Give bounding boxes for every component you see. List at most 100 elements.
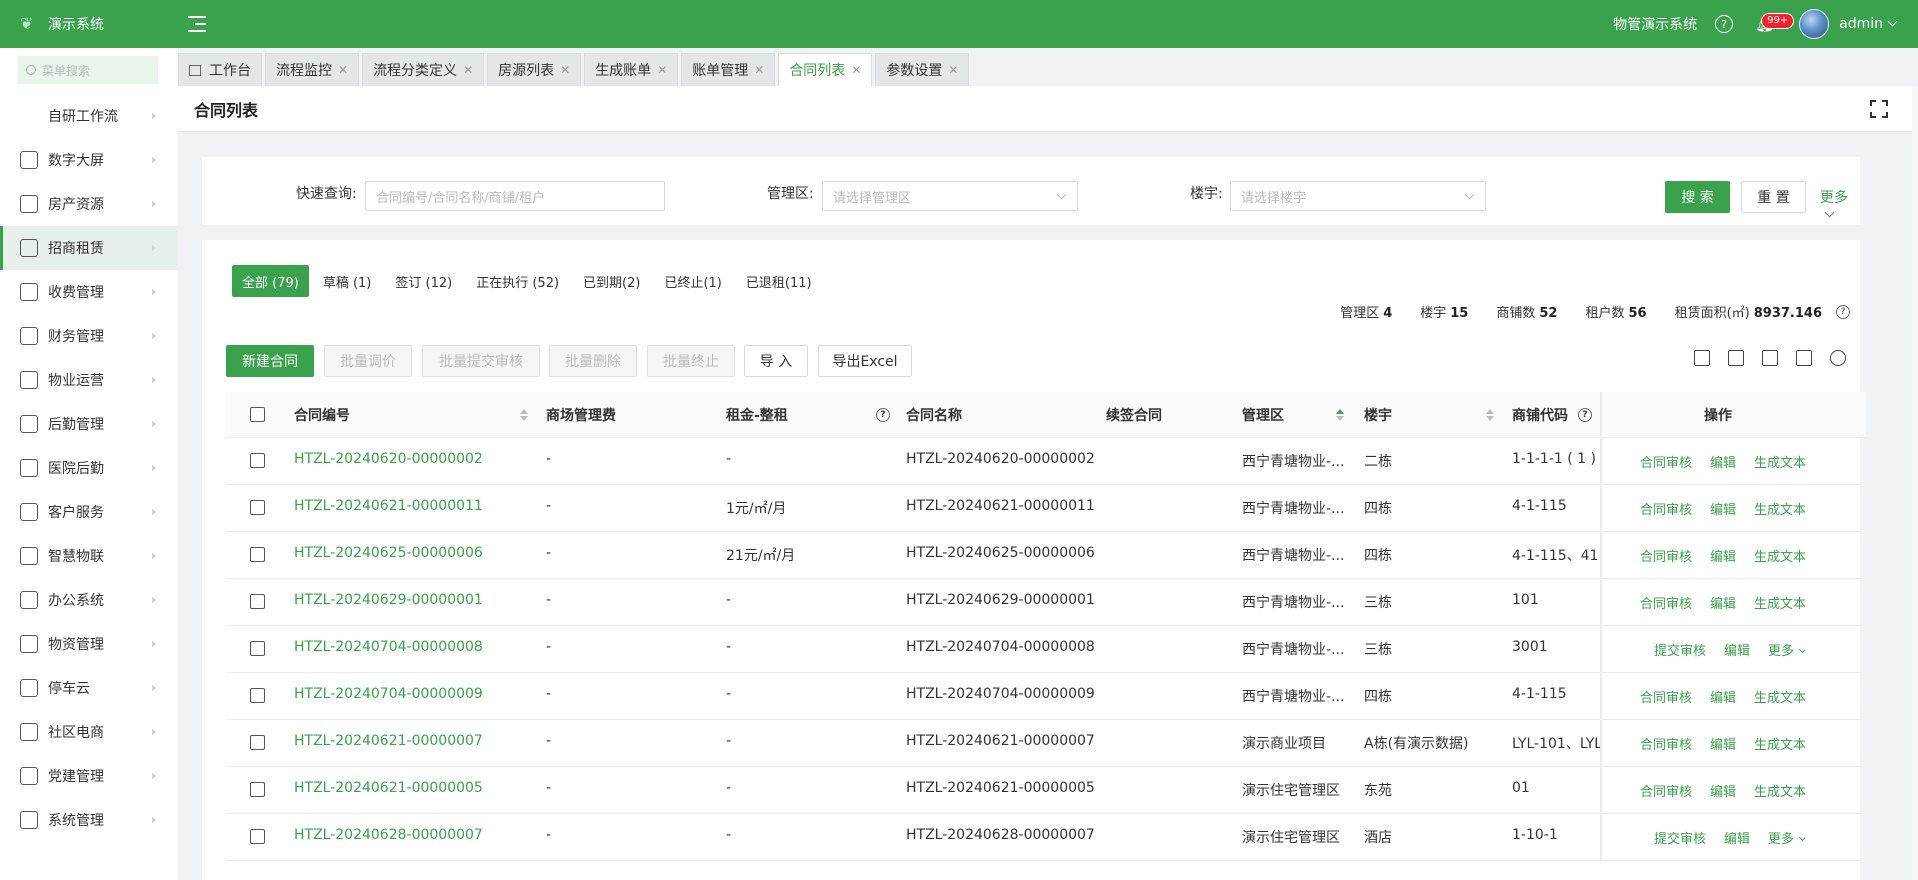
table-row[interactable]: HTZL-20240625-00000006 - 21元/㎡/月 HTZL-20240… [226,532,1866,579]
row-action-link[interactable]: 编辑 [1710,691,1736,706]
contract-no-link[interactable]: HTZL-20240704-00000008 [294,639,483,655]
area-select[interactable]: 请选择管理区 [822,181,1078,211]
table-row[interactable]: HTZL-20240628-00000007 - - HTZL-20240628-00… [226,814,1866,861]
row-checkbox[interactable] [250,453,265,468]
row-checkbox[interactable] [250,782,265,797]
table-row[interactable]: HTZL-20240620-00000002 - - HTZL-20240620-00… [226,438,1866,485]
row-checkbox[interactable] [250,594,265,609]
row-action-link[interactable]: 提交审核 [1654,832,1706,847]
close-icon[interactable]: ✕ [463,63,473,77]
quick-query-input[interactable]: 合同编号/合同名称/商铺/租户 [365,181,665,211]
sidebar-item[interactable]: 客户服务 [0,490,178,534]
contract-no-link[interactable]: HTZL-20240625-00000006 [294,545,483,561]
indent-icon[interactable] [1762,350,1778,366]
close-icon[interactable]: ✕ [560,63,570,77]
status-tab[interactable]: 已终止(1) [654,265,731,297]
contract-no-link[interactable]: HTZL-20240621-00000007 [294,733,483,749]
batch-terminate-button[interactable]: 批量终止 [647,345,735,377]
select-all-checkbox[interactable] [250,407,265,422]
row-action-link[interactable]: 合同审核 [1640,456,1692,471]
avatar[interactable] [1799,9,1830,39]
sort-down-icon[interactable] [1486,416,1494,421]
row-action-link[interactable]: 合同审核 [1640,785,1692,800]
help-icon[interactable]: ? [876,408,890,422]
sort-down-icon[interactable] [1336,416,1344,421]
sort-down-icon[interactable] [520,416,528,421]
sidebar-item[interactable]: 停车云 [0,666,178,710]
contract-no-link[interactable]: HTZL-20240628-00000007 [294,827,483,843]
tab[interactable]: 参数设置 ✕ [875,53,970,86]
sidebar-item[interactable]: 智慧物联 [0,534,178,578]
menu-toggle-icon[interactable] [188,16,206,32]
column-density-icon[interactable] [1728,350,1744,366]
building-select[interactable]: 请选择楼宇 [1230,181,1486,211]
close-icon[interactable]: ✕ [754,63,764,77]
row-action-link[interactable]: 编辑 [1710,456,1736,471]
tab[interactable]: 房源列表 ✕ [487,53,582,86]
row-action-link[interactable]: 生成文本 [1754,597,1806,612]
tab[interactable]: 流程分类定义 ✕ [362,53,485,86]
reset-button[interactable]: 重 置 [1741,181,1806,213]
gear-icon[interactable] [1830,350,1846,366]
close-icon[interactable]: ✕ [657,63,667,77]
header-contract-no[interactable]: 合同编号 [294,405,350,425]
system-name[interactable]: 物管演示系统 [1613,14,1697,34]
tab[interactable]: 生成账单 ✕ [584,53,679,86]
contract-no-link[interactable]: HTZL-20240629-00000001 [294,592,483,608]
row-checkbox[interactable] [250,500,265,515]
sidebar-item[interactable]: 物资管理 [0,622,178,666]
row-action-link[interactable]: 生成文本 [1754,738,1806,753]
row-action-link[interactable]: 编辑 [1710,785,1736,800]
close-icon[interactable]: ✕ [338,63,348,77]
row-action-link[interactable]: 合同审核 [1640,503,1692,518]
batch-submit-button[interactable]: 批量提交审核 [422,345,540,377]
app-logo[interactable]: ❦ 演示系统 [0,14,178,34]
help-icon[interactable]: ? [1578,408,1592,422]
row-action-link[interactable]: 生成文本 [1754,456,1806,471]
batch-delete-button[interactable]: 批量删除 [549,345,637,377]
row-action-link[interactable]: 编辑 [1710,738,1736,753]
row-checkbox[interactable] [250,547,265,562]
username-menu[interactable]: admin [1839,16,1898,32]
sidebar-item[interactable]: 自研工作流 [0,94,178,138]
table-row[interactable]: HTZL-20240629-00000001 - - HTZL-20240629-00… [226,579,1866,626]
batch-price-button[interactable]: 批量调价 [324,345,412,377]
row-action-link[interactable]: 合同审核 [1640,550,1692,565]
row-action-link[interactable]: 生成文本 [1754,550,1806,565]
sidebar-item[interactable]: 医院后勤 [0,446,178,490]
table-row[interactable]: HTZL-20240621-00000011 - 1元/㎡/月 HTZL-202406… [226,485,1866,532]
close-icon[interactable]: ✕ [851,63,861,77]
contract-no-link[interactable]: HTZL-20240704-00000009 [294,686,483,702]
sort-up-icon[interactable] [1486,409,1494,414]
row-action-link[interactable]: 更多 [1768,644,1794,659]
sidebar-item[interactable]: 办公系统 [0,578,178,622]
row-checkbox[interactable] [250,688,265,703]
fullscreen-icon[interactable] [1870,100,1888,118]
contract-no-link[interactable]: HTZL-20240621-00000005 [294,780,483,796]
row-action-link[interactable]: 合同审核 [1640,691,1692,706]
row-action-link[interactable]: 生成文本 [1754,691,1806,706]
row-action-link[interactable]: 提交审核 [1654,644,1706,659]
sidebar-item[interactable]: 社区电商 [0,710,178,754]
text-height-icon[interactable] [1796,350,1812,366]
row-action-link[interactable]: 更多 [1768,832,1794,847]
bell-icon[interactable]: 🔔︎99+ [1755,13,1795,33]
import-button[interactable]: 导 入 [744,345,808,377]
row-action-link[interactable]: 编辑 [1710,503,1736,518]
more-filters-link[interactable]: 更多 [1820,187,1860,223]
export-excel-button[interactable]: 导出Excel [818,345,912,377]
tab[interactable]: 工作台 [178,53,262,86]
tab[interactable]: 合同列表 ✕ [778,53,873,86]
table-row[interactable]: HTZL-20240704-00000008 - - HTZL-20240704-00… [226,626,1866,673]
contract-no-link[interactable]: HTZL-20240620-00000002 [294,451,483,467]
sort-up-icon[interactable] [1336,409,1344,414]
sort-up-icon[interactable] [520,409,528,414]
sidebar-item[interactable]: 党建管理 [0,754,178,798]
row-action-link[interactable]: 编辑 [1710,597,1736,612]
row-action-link[interactable]: 生成文本 [1754,503,1806,518]
row-action-link[interactable]: 编辑 [1710,550,1736,565]
sidebar-item[interactable]: 房产资源 [0,182,178,226]
table-row[interactable]: HTZL-20240621-00000005 - - HTZL-20240621-00… [226,767,1866,814]
status-tab[interactable]: 已到期(2) [573,265,650,297]
status-tab[interactable]: 正在执行 (52) [466,265,569,297]
